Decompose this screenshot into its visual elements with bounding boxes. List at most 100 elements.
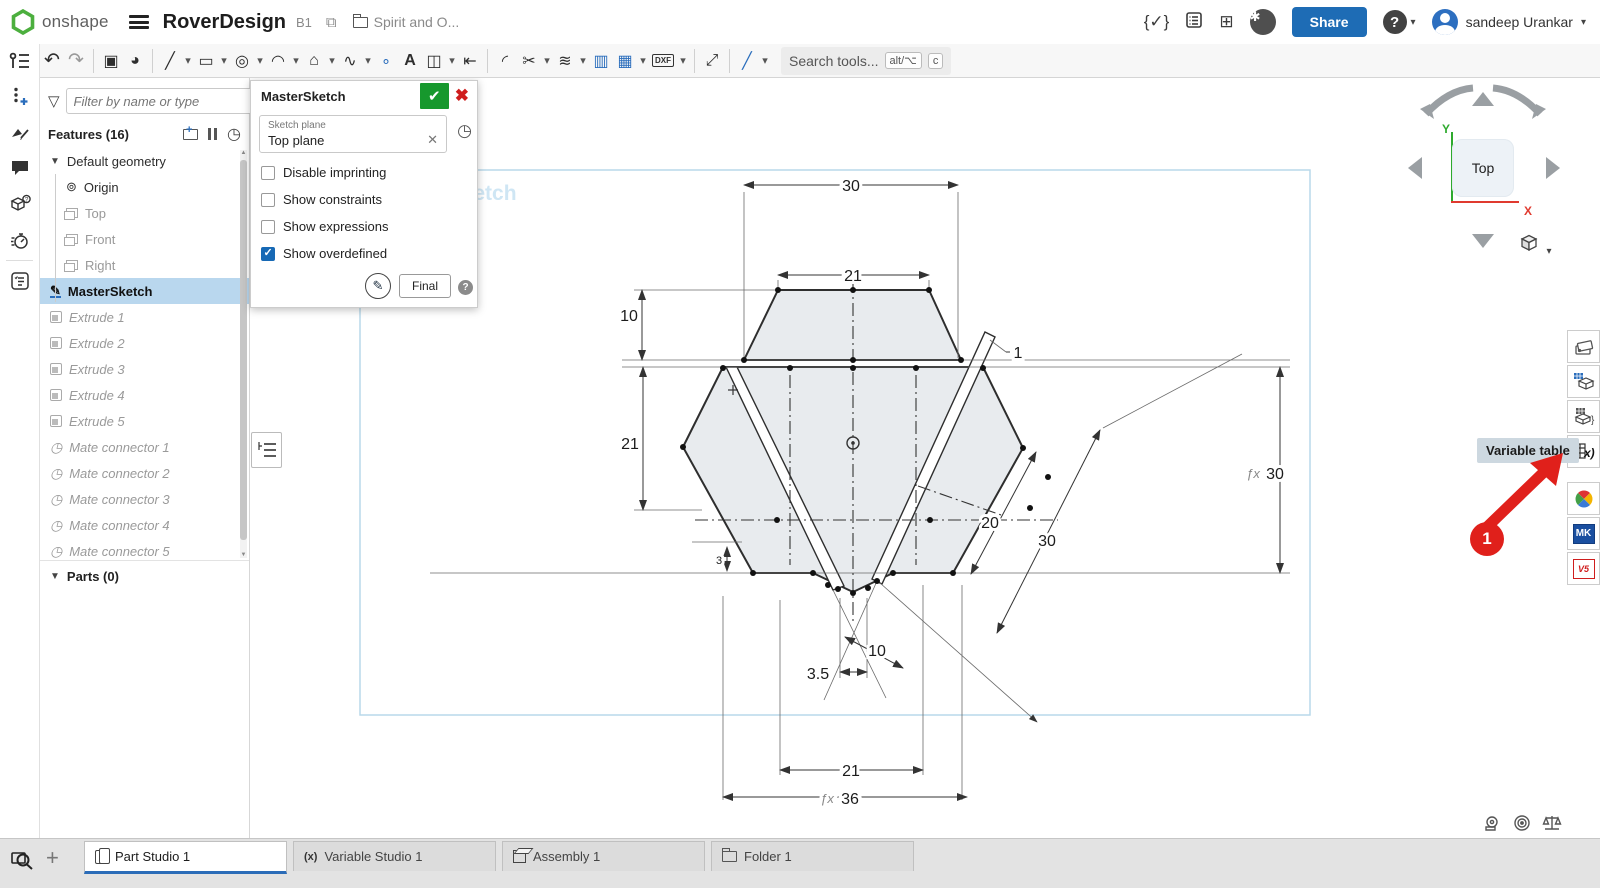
learning-center-icon[interactable]: ✱	[1250, 9, 1276, 35]
chevron-down-icon[interactable]: ▾	[1546, 246, 1551, 257]
text-tool-icon[interactable]: A	[398, 48, 422, 74]
tab-part-studio-1[interactable]: Part Studio 1	[84, 841, 287, 874]
view-cube-face[interactable]: Top	[1452, 139, 1514, 197]
tree-item-mastersketch[interactable]: ✎ MasterSketch	[40, 278, 249, 304]
configurations-icon[interactable]	[0, 263, 40, 299]
undo-icon[interactable]: ↶	[40, 48, 64, 74]
apps-grid-icon[interactable]: ⊞	[1219, 12, 1233, 32]
comment-icon[interactable]	[0, 150, 40, 186]
mass-properties-scale-icon[interactable]	[1542, 814, 1562, 832]
fillet-tool-icon[interactable]: ◜	[493, 48, 517, 74]
app-vex-icon[interactable]: V5	[1567, 552, 1600, 585]
main-menu-icon[interactable]	[129, 15, 149, 29]
checkbox-show-expressions[interactable]: Show expressions	[251, 213, 477, 240]
parts-section-header[interactable]: ▼ Parts (0)	[40, 560, 249, 592]
tab-folder-1[interactable]: Folder 1	[711, 841, 914, 871]
feature-list-flyout-button[interactable]	[251, 432, 282, 468]
rectangle-tool-icon[interactable]: ▭	[194, 48, 218, 74]
chevron-down-icon[interactable]: ▾	[1411, 17, 1416, 28]
tree-item-extrude-5[interactable]: Extrude 5	[40, 408, 249, 434]
tree-item-extrude-2[interactable]: Extrude 2	[40, 330, 249, 356]
dxf-import-icon[interactable]: DXF	[649, 48, 677, 74]
chevron-down-icon[interactable]: ▾	[577, 48, 589, 74]
chevron-down-icon[interactable]: ▾	[218, 48, 230, 74]
tab-variable-studio-1[interactable]: (x) Variable Studio 1	[293, 841, 496, 871]
pattern-tool-icon[interactable]: ▦	[613, 48, 637, 74]
tree-item-top-plane[interactable]: Top	[40, 200, 249, 226]
offset-tool-icon[interactable]: ≋	[553, 48, 577, 74]
chevron-down-icon[interactable]: ▾	[759, 48, 771, 74]
point-tool-icon[interactable]: ∘	[374, 48, 398, 74]
tree-item-mate-connector-1[interactable]: ◷ Mate connector 1	[40, 434, 249, 460]
checkbox-show-constraints[interactable]: Show constraints	[251, 186, 477, 213]
chevron-down-icon[interactable]: ▾	[362, 48, 374, 74]
rotate-left-arrow[interactable]	[1408, 157, 1422, 179]
checkbox-icon[interactable]	[261, 193, 275, 207]
rollback-history-icon[interactable]: ◷	[227, 124, 241, 144]
construction-tool-icon[interactable]: ╱	[735, 48, 759, 74]
scroll-up-icon[interactable]: ▲	[240, 150, 247, 156]
chevron-down-icon[interactable]: ▾	[677, 48, 689, 74]
version-label[interactable]: B1	[296, 15, 312, 30]
chevron-down-icon[interactable]: ▾	[290, 48, 302, 74]
tree-item-right-plane[interactable]: Right	[40, 252, 249, 278]
tree-item-origin[interactable]: ⊚ Origin	[40, 174, 249, 200]
mirror-tool-icon[interactable]: ◫	[422, 48, 446, 74]
checkbox-icon[interactable]	[261, 166, 275, 180]
folder-name[interactable]: Spirit and O...	[374, 14, 460, 30]
line-tool-icon[interactable]: ╱	[158, 48, 182, 74]
view-options-cube-icon[interactable]: ▾	[1518, 232, 1551, 259]
cancel-button[interactable]: ✖	[455, 86, 469, 106]
tree-item-front-plane[interactable]: Front	[40, 226, 249, 252]
document-title[interactable]: RoverDesign	[163, 11, 286, 34]
chevron-down-icon[interactable]: ▾	[637, 48, 649, 74]
tree-item-default-geometry[interactable]: ▼ Default geometry	[40, 148, 249, 174]
edit-feature-icon[interactable]	[0, 114, 40, 150]
linear-pattern-icon[interactable]: ▥	[589, 48, 613, 74]
checkbox-icon[interactable]	[261, 220, 275, 234]
tab-search-icon[interactable]	[10, 847, 34, 876]
tree-item-mate-connector-3[interactable]: ◷ Mate connector 3	[40, 486, 249, 512]
clear-selection-icon[interactable]: ✕	[427, 132, 438, 148]
tab-assembly-1[interactable]: Assembly 1	[502, 841, 705, 871]
feature-filter-input[interactable]	[66, 88, 260, 114]
tree-item-mate-connector-4[interactable]: ◷ Mate connector 4	[40, 512, 249, 538]
measure-tool-icon[interactable]: ⤢	[700, 48, 724, 74]
chevron-down-icon[interactable]: ▾	[1581, 17, 1586, 28]
rotate-up-arrow[interactable]	[1472, 92, 1494, 106]
final-button[interactable]: Final	[399, 274, 451, 298]
chevron-down-icon[interactable]: ▾	[254, 48, 266, 74]
onshape-logo-icon[interactable]	[10, 9, 36, 35]
checkbox-show-overdefined[interactable]: Show overdefined	[251, 240, 477, 267]
revolve-icon[interactable]: ◕	[123, 48, 147, 74]
sketch-tool-icon[interactable]: ✎	[365, 273, 391, 299]
chevron-down-icon[interactable]: ▼	[50, 156, 60, 167]
checkbox-disable-imprinting[interactable]: Disable imprinting	[251, 159, 477, 186]
user-avatar[interactable]	[1432, 9, 1458, 35]
polygon-tool-icon[interactable]: ⌂	[302, 48, 326, 74]
tape-measure-icon[interactable]	[1482, 814, 1502, 832]
dialog-help-icon[interactable]: ?	[458, 280, 473, 295]
tree-item-extrude-1[interactable]: Extrude 1	[40, 304, 249, 330]
arc-tool-icon[interactable]: ◠	[266, 48, 290, 74]
tree-item-extrude-3[interactable]: Extrude 3	[40, 356, 249, 382]
extrude-icon[interactable]: ▣	[99, 48, 123, 74]
new-tab-button[interactable]: +	[46, 845, 59, 871]
insert-studio-icon[interactable]	[0, 78, 40, 114]
spline-tool-icon[interactable]: ∿	[338, 48, 362, 74]
chevron-down-icon[interactable]: ▾	[182, 48, 194, 74]
app-pinwheel-icon[interactable]	[1567, 482, 1600, 515]
part-table-panel-icon[interactable]	[1567, 365, 1600, 398]
part-help-icon[interactable]: ?	[0, 186, 40, 222]
checkbox-checked-icon[interactable]	[261, 247, 275, 261]
configuration-panel-icon[interactable]: }	[1567, 400, 1600, 433]
sketch-plane-field[interactable]: Sketch plane Top plane ✕	[259, 115, 447, 153]
user-name[interactable]: sandeep Urankar	[1466, 14, 1573, 30]
appearance-panel-icon[interactable]	[1567, 330, 1600, 363]
help-button[interactable]: ?	[1383, 10, 1407, 34]
app-mk-icon[interactable]: MK	[1567, 517, 1600, 550]
new-folder-icon[interactable]	[183, 129, 198, 140]
tree-item-mate-connector-5[interactable]: ◷ Mate connector 5	[40, 538, 249, 560]
feature-list-toggle[interactable]	[0, 44, 40, 78]
share-button[interactable]: Share	[1292, 7, 1367, 37]
